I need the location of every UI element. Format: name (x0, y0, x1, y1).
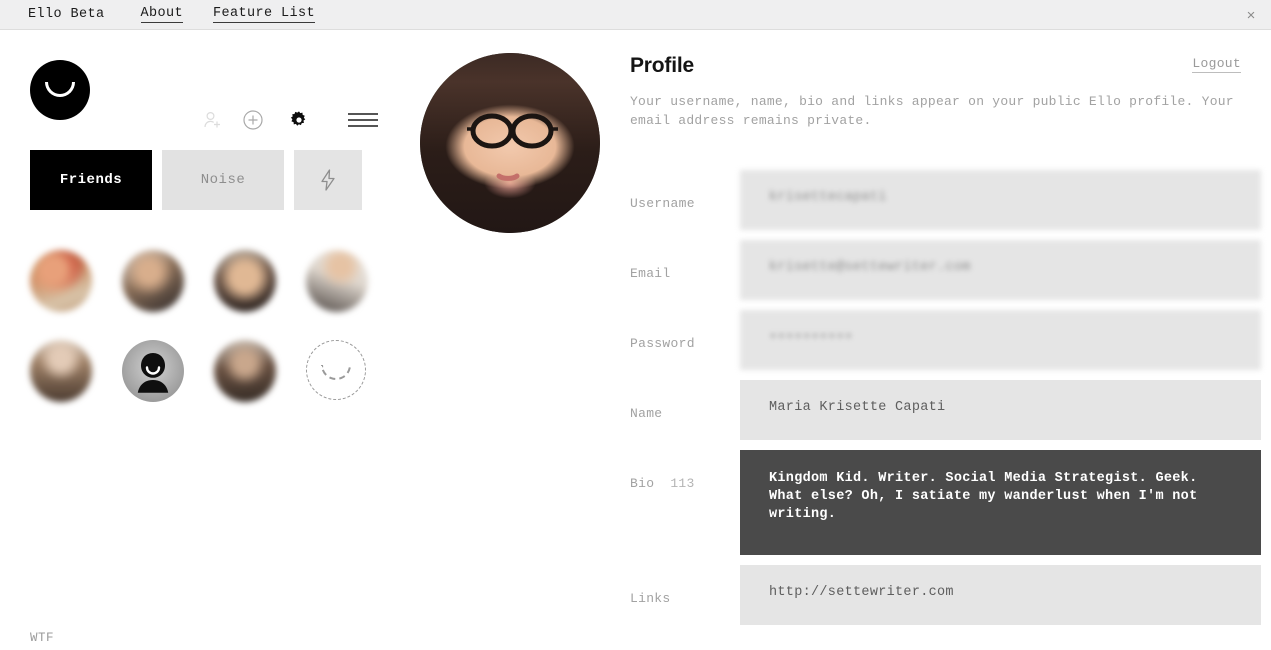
form-row-email: Email krisette@settewriter.com (630, 240, 1261, 300)
avatar-item-placeholder[interactable] (306, 340, 398, 430)
avatar (214, 250, 276, 312)
profile-avatar-large[interactable] (420, 53, 600, 233)
nav-link-feature-list[interactable]: Feature List (213, 6, 316, 23)
nav-link-about[interactable]: About (140, 6, 184, 23)
password-field[interactable]: •••••••••• (740, 310, 1261, 370)
page-body: Friends Noise WTF Profile Logout Your us… (0, 31, 1271, 650)
stream-tabs: Friends Noise (30, 150, 372, 210)
avatar-item[interactable] (214, 340, 306, 430)
avatar (214, 340, 276, 402)
ello-logo-icon[interactable] (30, 60, 90, 120)
form-row-name: Name Maria Krisette Capati (630, 380, 1261, 440)
hamburger-menu-icon[interactable] (346, 103, 380, 137)
profile-settings-panel: Profile Logout Your username, name, bio … (620, 31, 1271, 650)
email-field[interactable]: krisette@settewriter.com (740, 240, 1261, 300)
avatar (30, 250, 92, 312)
label-bio-text: Bio (630, 476, 655, 491)
avatar (30, 340, 92, 402)
avatar-item[interactable] (30, 250, 122, 340)
window-titlebar: Ello Beta About Feature List × (0, 0, 1271, 30)
form-row-bio: Bio 113 Kingdom Kid. Writer. Social Medi… (630, 450, 1261, 555)
add-friend-placeholder-icon (306, 340, 366, 400)
gear-icon[interactable] (282, 103, 316, 137)
form-row-links: Links http://settewriter.com (630, 565, 1261, 625)
label-username: Username (630, 196, 695, 211)
placeholder-smile-shape (321, 365, 351, 380)
logout-link[interactable]: Logout (1192, 56, 1241, 73)
avatar-ello-default (122, 340, 184, 402)
avatar-item[interactable] (214, 250, 306, 340)
name-field[interactable]: Maria Krisette Capati (740, 380, 1261, 440)
plus-circle-icon[interactable] (236, 103, 270, 137)
page-title: Profile (630, 54, 694, 77)
label-bio: Bio 113 (630, 450, 740, 555)
label-links: Links (630, 591, 671, 606)
label-password: Password (630, 336, 695, 351)
tab-noise[interactable]: Noise (162, 150, 284, 210)
label-email: Email (630, 266, 671, 281)
bio-character-count: 113 (670, 476, 695, 491)
tab-noise-label: Noise (200, 172, 246, 188)
avatar-item[interactable] (122, 250, 214, 340)
username-field[interactable]: krisettecapati (740, 170, 1261, 230)
avatar-item[interactable] (122, 340, 214, 430)
tab-friends[interactable]: Friends (30, 150, 152, 210)
panel-description: Your username, name, bio and links appea… (630, 94, 1234, 128)
bio-field[interactable]: Kingdom Kid. Writer. Social Media Strate… (740, 450, 1261, 555)
tab-friends-label: Friends (59, 172, 123, 188)
form-row-username: Username krisettecapati (630, 170, 1261, 230)
tab-lightning[interactable] (294, 150, 362, 210)
avatar (122, 250, 184, 312)
profile-form: Username krisettecapati Email krisette@s… (630, 170, 1261, 635)
left-sidebar: Friends Noise WTF (0, 31, 400, 650)
links-field[interactable]: http://settewriter.com (740, 565, 1261, 625)
sidebar-icon-toolbar (196, 103, 386, 137)
friends-avatar-grid (30, 250, 392, 430)
close-icon[interactable]: × (1243, 8, 1259, 24)
label-name: Name (630, 406, 663, 421)
app-brand: Ello Beta (28, 7, 105, 22)
avatar-item[interactable] (306, 250, 398, 340)
ello-smile-shape (45, 82, 75, 97)
avatar (306, 250, 368, 312)
add-person-icon[interactable] (196, 103, 230, 137)
form-row-password: Password •••••••••• (630, 310, 1261, 370)
avatar-item[interactable] (30, 340, 122, 430)
wtf-link[interactable]: WTF (30, 631, 54, 645)
